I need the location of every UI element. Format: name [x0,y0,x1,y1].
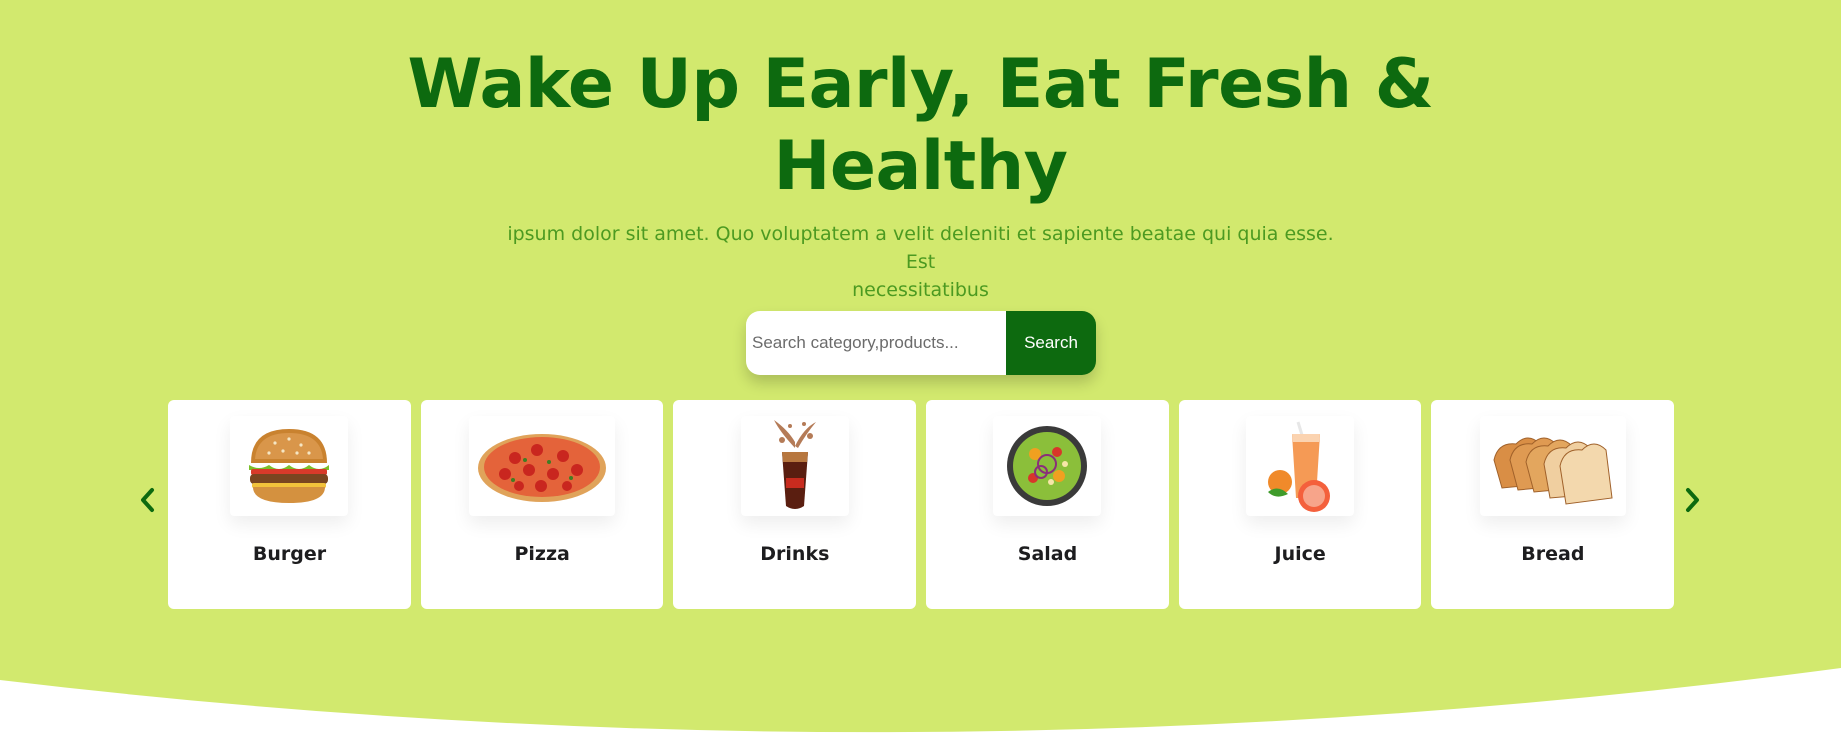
chevron-right-icon [1686,488,1699,512]
category-cards: Burger Pizza Drinks Salad Juice Bread [168,400,1675,609]
category-card-salad[interactable]: Salad [926,400,1169,609]
juice-image [1246,416,1355,516]
category-label: Juice [1274,543,1326,565]
category-card-burger[interactable]: Burger [168,400,411,609]
hero-subtitle-line1: ipsum dolor sit amet. Quo voluptatem a v… [507,223,1334,273]
category-card-juice[interactable]: Juice [1178,400,1422,609]
salad-image [993,416,1102,516]
hero-headline-line2: Healthy [773,127,1068,206]
category-label: Drinks [760,543,830,565]
hero-subtitle: ipsum dolor sit amet. Quo voluptatem a v… [500,220,1341,304]
category-label: Pizza [514,543,570,565]
category-label: Bread [1521,543,1585,565]
search-button[interactable]: Search [1006,311,1096,375]
drink-image [740,416,849,516]
carousel-next-button[interactable] [1678,480,1708,520]
search-input[interactable] [746,311,1006,375]
pizza-image [469,416,615,516]
chevron-left-icon [141,488,154,512]
hero-headline: Wake Up Early, Eat Fresh & Healthy [0,44,1841,208]
category-label: Salad [1017,543,1078,565]
category-card-drinks[interactable]: Drinks [673,400,917,609]
burger-image [230,416,349,516]
category-label: Burger [252,543,327,565]
hero-section: Wake Up Early, Eat Fresh & Healthy ipsum… [0,0,1841,744]
bread-image [1479,416,1626,516]
search-bar: Search [746,311,1096,375]
category-carousel: Burger Pizza Drinks Salad Juice Bread [0,400,1841,609]
hero-headline-line1: Wake Up Early, Eat Fresh & [407,45,1434,124]
category-card-bread[interactable]: Bread [1431,400,1675,609]
hero-subtitle-line2: necessitatibus [852,279,989,301]
category-card-pizza[interactable]: Pizza [420,400,664,609]
carousel-prev-button[interactable] [132,480,162,520]
